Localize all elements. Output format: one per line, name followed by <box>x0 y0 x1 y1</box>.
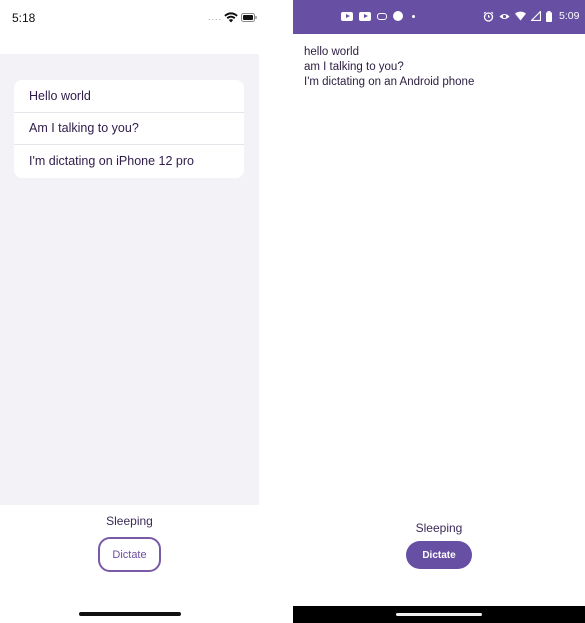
alarm-icon <box>483 11 494 22</box>
wifi-icon <box>224 12 238 23</box>
android-status-time: 5:09 <box>559 10 580 22</box>
ios-content-area: Hello world Am I talking to you? I'm dic… <box>0 54 259 505</box>
transcript-line: hello world <box>304 46 359 58</box>
divider <box>259 0 293 623</box>
transcript-line: I'm dictating on an Android phone <box>304 76 475 88</box>
android-screen: 5:09 hello world am I talking to you? I'… <box>293 0 585 623</box>
transcript-list: Hello world Am I talking to you? I'm dic… <box>14 80 244 178</box>
notification-icons <box>341 11 415 21</box>
android-status-bar: 5:09 <box>293 0 585 34</box>
ios-status-bar: 5:18 .... <box>0 0 259 54</box>
transcript-line: am I talking to you? <box>304 61 404 73</box>
signal-dots: .... <box>208 12 223 22</box>
signal-icon <box>531 11 541 21</box>
youtube-icon <box>359 11 371 21</box>
eye-icon <box>499 13 510 19</box>
dictation-status: Sleeping <box>415 521 463 535</box>
spotify-icon <box>393 11 403 21</box>
dot-icon <box>412 14 415 18</box>
dictate-button[interactable]: Dictate <box>98 537 161 572</box>
transcript-text: hello world am I talking to you? I'm dic… <box>304 45 474 90</box>
list-item[interactable]: Am I talking to you? <box>14 113 244 145</box>
android-nav-bar <box>293 606 585 623</box>
dictate-button[interactable]: Dictate <box>406 541 472 569</box>
wifi-icon <box>515 11 526 21</box>
youtube-icon <box>341 11 353 21</box>
ios-status-time: 5:18 <box>12 11 36 25</box>
home-indicator[interactable] <box>79 612 181 616</box>
ios-screen: 5:18 .... Hello world Am I talking to yo… <box>0 0 259 623</box>
battery-icon <box>546 10 552 22</box>
battery-icon <box>241 13 257 22</box>
list-item[interactable]: Hello world <box>14 80 244 113</box>
dictation-status: Sleeping <box>106 514 153 528</box>
home-gesture-bar[interactable] <box>396 613 482 616</box>
list-item[interactable]: I'm dictating on iPhone 12 pro <box>14 145 244 178</box>
pill-icon <box>377 12 387 20</box>
ios-bottom-panel: Sleeping Dictate <box>0 505 259 623</box>
system-icons: 5:09 <box>483 10 579 22</box>
